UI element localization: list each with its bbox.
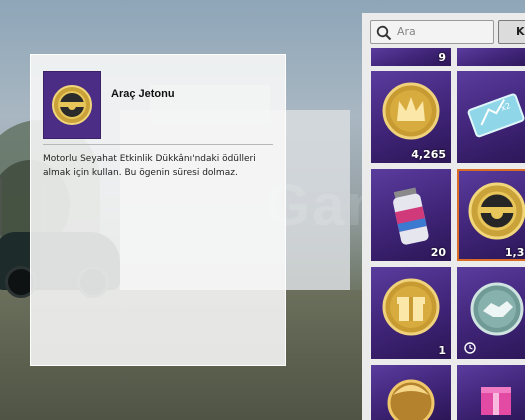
inventory-cell-vehicle-token[interactable]: 1,37 (457, 169, 525, 261)
item-count: 4,265 (411, 148, 446, 161)
search-input[interactable]: Ara (370, 20, 494, 44)
inventory-panel: Ara K 9 4,265 x2 20 1,3 1 (362, 13, 525, 420)
item-count: 1 (438, 344, 446, 357)
item-title: Araç Jetonu (111, 88, 175, 100)
inventory-cell-wing-emblem[interactable] (371, 365, 451, 420)
divider (43, 144, 273, 145)
inventory-cell-crown-coin[interactable]: 4,265 (371, 71, 451, 163)
item-count: 1,37 (504, 246, 525, 259)
inventory-cell[interactable] (457, 48, 525, 66)
inventory-cell-ticket[interactable]: x2 (457, 71, 525, 163)
wing-emblem-icon (387, 379, 435, 420)
item-thumbnail (43, 71, 101, 139)
search-placeholder: Ara (397, 25, 416, 38)
inventory-cell-pink-box[interactable] (457, 365, 525, 420)
item-info-panel: Araç Jetonu Motorlu Seyahat Etkinlik Dük… (30, 54, 286, 366)
inventory-cell-spray[interactable]: 20 (371, 169, 451, 261)
item-count: 20 (430, 246, 446, 259)
clock-icon (464, 342, 476, 354)
steering-wheel-token-icon (52, 85, 92, 125)
filter-button[interactable]: K (498, 20, 525, 44)
ticket-x2-icon: x2 (467, 93, 525, 138)
inventory-cell[interactable]: 9 (371, 48, 451, 66)
item-count: 9 (438, 51, 446, 64)
item-description: Motorlu Seyahat Etkinlik Dükkânı'ndaki ö… (43, 154, 256, 178)
inventory-cell-handshake[interactable] (457, 267, 525, 359)
pink-box-icon (481, 387, 511, 415)
search-icon (376, 25, 392, 41)
inventory-cell-gift[interactable]: 1 (371, 267, 451, 359)
